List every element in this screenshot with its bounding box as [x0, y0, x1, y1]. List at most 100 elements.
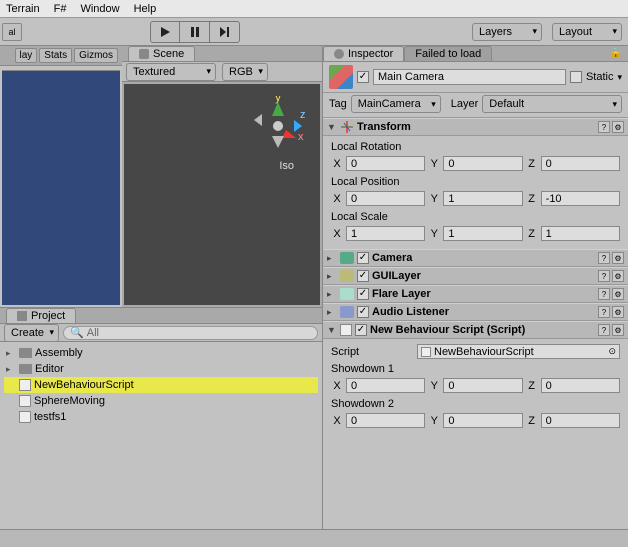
scl-y-field[interactable]: 1 [443, 226, 522, 241]
help-icon[interactable]: ? [598, 252, 610, 264]
local-position-label: Local Position [331, 174, 620, 190]
s1-z-field[interactable]: 0 [541, 378, 620, 393]
pos-x-field[interactable]: 0 [346, 191, 425, 206]
flare-checkbox[interactable] [357, 288, 369, 300]
pos-y-field[interactable]: 1 [443, 191, 522, 206]
layer-label: Layer [451, 98, 479, 110]
inspector-body: Main Camera Static ▾ Tag MainCamera Laye… [323, 62, 628, 547]
lock-icon[interactable]: 🔒 [604, 46, 628, 61]
script-checkbox[interactable] [355, 324, 367, 336]
failed-tab[interactable]: Failed to load [404, 46, 492, 61]
audio-checkbox[interactable] [357, 306, 369, 318]
play-controls [150, 21, 240, 43]
tree-script-newbehaviour[interactable]: NewBehaviourScript [4, 377, 318, 393]
menu-help[interactable]: Help [134, 3, 157, 15]
gear-icon[interactable]: ⚙ [612, 288, 624, 300]
object-picker-icon[interactable]: ⊙ [608, 346, 616, 357]
transform-header[interactable]: ▼ Transform ?⚙ [323, 118, 628, 136]
showdown2-label: Showdown 2 [331, 396, 620, 412]
gear-icon[interactable]: ⚙ [612, 306, 624, 318]
layers-dropdown[interactable]: Layers [472, 23, 542, 41]
camera-checkbox[interactable] [357, 252, 369, 264]
tree-folder-assembly[interactable]: ▸Assembly [4, 345, 318, 361]
rgb-dropdown[interactable]: RGB [222, 63, 268, 81]
folder-icon [19, 348, 32, 358]
menu-window[interactable]: Window [80, 3, 119, 15]
scl-x-field[interactable]: 1 [346, 226, 425, 241]
tree-script-testfs1[interactable]: testfs1 [4, 409, 318, 425]
gear-icon[interactable]: ⚙ [612, 270, 624, 282]
guilayer-header[interactable]: ▸GUILayer?⚙ [323, 267, 628, 285]
scene-tab[interactable]: Scene [128, 46, 195, 61]
script-comp-header[interactable]: ▼New Behaviour Script (Script)?⚙ [323, 321, 628, 339]
help-icon[interactable]: ? [598, 288, 610, 300]
static-label: Static [586, 71, 614, 83]
help-icon[interactable]: ? [598, 121, 610, 133]
tree-script-spheremoving[interactable]: SphereMoving [4, 393, 318, 409]
rot-y-field[interactable]: 0 [443, 156, 522, 171]
svg-text:y: y [275, 96, 281, 104]
gear-icon[interactable]: ⚙ [612, 252, 624, 264]
svg-text:z: z [300, 109, 306, 121]
help-icon[interactable]: ? [598, 324, 610, 336]
menu-fsharp[interactable]: F# [54, 3, 67, 15]
game-tab-gizmos[interactable]: Gizmos [74, 48, 118, 63]
layout-dropdown[interactable]: Layout [552, 23, 622, 41]
s2-z-field[interactable]: 0 [541, 413, 620, 428]
rot-x-field[interactable]: 0 [346, 156, 425, 171]
static-dropdown-icon[interactable]: ▾ [617, 72, 622, 83]
camera-header[interactable]: ▸Camera?⚙ [323, 249, 628, 267]
script-icon [19, 411, 31, 423]
tree-folder-editor[interactable]: ▸Editor [4, 361, 318, 377]
tag-dropdown[interactable]: MainCamera [351, 95, 441, 113]
gameobject-name-field[interactable]: Main Camera [373, 69, 566, 85]
game-tab-display[interactable]: lay [15, 48, 38, 63]
gameobject-header: Main Camera Static ▾ [323, 62, 628, 93]
script-object-field[interactable]: NewBehaviourScript⊙ [417, 344, 620, 359]
script-icon [19, 379, 31, 391]
pause-button[interactable] [180, 21, 210, 43]
local-scale-label: Local Scale [331, 209, 620, 225]
project-tab[interactable]: Project [6, 308, 76, 323]
inspector-tab[interactable]: Inspector [323, 46, 404, 61]
shading-dropdown[interactable]: Textured [126, 63, 216, 81]
menu-terrain[interactable]: Terrain [6, 3, 40, 15]
script-field-label: Script [331, 346, 411, 358]
s2-x-field[interactable]: 0 [346, 413, 425, 428]
guilayer-checkbox[interactable] [357, 270, 369, 282]
game-tab-stats[interactable]: Stats [39, 48, 72, 63]
flarelayer-header[interactable]: ▸Flare Layer?⚙ [323, 285, 628, 303]
scene-viewport[interactable]: y z x Iso [124, 84, 320, 305]
tag-label: Tag [329, 98, 347, 110]
gameobject-enabled-checkbox[interactable] [357, 71, 369, 83]
layer-dropdown[interactable]: Default [482, 95, 622, 113]
help-icon[interactable]: ? [598, 270, 610, 282]
play-button[interactable] [150, 21, 180, 43]
inspector-tab-icon [334, 49, 344, 59]
orientation-gizmo[interactable]: y z x [250, 96, 306, 152]
static-checkbox[interactable] [570, 71, 582, 83]
pos-z-field[interactable]: -10 [541, 191, 620, 206]
scl-z-field[interactable]: 1 [541, 226, 620, 241]
script-icon [340, 324, 352, 336]
folder-icon [19, 364, 32, 374]
help-icon[interactable]: ? [598, 306, 610, 318]
tool-stub[interactable]: al [2, 23, 22, 41]
menu-bar: Terrain F# Window Help [0, 0, 628, 18]
camera-icon [340, 252, 354, 264]
local-rotation-label: Local Rotation [331, 139, 620, 155]
create-dropdown[interactable]: Create [4, 324, 59, 342]
step-button[interactable] [210, 21, 240, 43]
game-panel: lay Stats Gizmos [0, 46, 122, 307]
main-toolbar: al Layers Layout [0, 18, 628, 46]
game-viewport[interactable] [2, 70, 120, 305]
s2-y-field[interactable]: 0 [443, 413, 522, 428]
showdown1-label: Showdown 1 [331, 361, 620, 377]
gear-icon[interactable]: ⚙ [612, 121, 624, 133]
rot-z-field[interactable]: 0 [541, 156, 620, 171]
project-search[interactable]: 🔍All [63, 326, 318, 340]
s1-x-field[interactable]: 0 [346, 378, 425, 393]
audiolistener-header[interactable]: ▸Audio Listener?⚙ [323, 303, 628, 321]
gear-icon[interactable]: ⚙ [612, 324, 624, 336]
s1-y-field[interactable]: 0 [443, 378, 522, 393]
